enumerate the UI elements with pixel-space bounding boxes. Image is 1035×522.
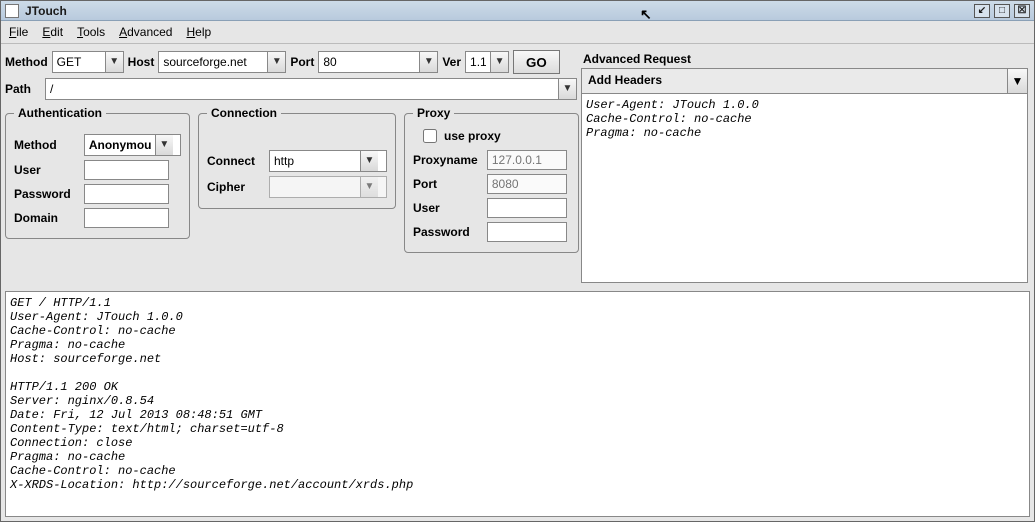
ver-select[interactable]: ▼ <box>465 51 509 73</box>
host-select[interactable]: ▼ <box>158 51 286 73</box>
ver-value[interactable] <box>466 52 490 72</box>
connect-select[interactable]: ▼ <box>269 150 387 172</box>
menu-file[interactable]: File <box>9 25 28 39</box>
output-textarea[interactable] <box>5 291 1030 517</box>
advanced-request-title: Advanced Request <box>581 48 1028 68</box>
path-input[interactable] <box>46 79 558 99</box>
chevron-down-icon[interactable]: ▼ <box>558 79 576 99</box>
proxyname-input <box>487 150 567 170</box>
menu-help[interactable]: Help <box>186 25 211 39</box>
method-label: Method <box>5 55 48 69</box>
path-label: Path <box>5 82 41 96</box>
auth-user-input[interactable] <box>84 160 169 180</box>
auth-legend: Authentication <box>14 106 106 120</box>
auth-domain-input[interactable] <box>84 208 169 228</box>
host-input[interactable] <box>159 52 267 72</box>
method-value[interactable] <box>53 52 105 72</box>
connect-label: Connect <box>207 154 263 168</box>
chevron-down-icon[interactable]: ▼ <box>490 52 508 72</box>
connect-value[interactable] <box>270 151 360 171</box>
host-label: Host <box>128 55 155 69</box>
auth-fieldset: Authentication Method ▼ User Password Do… <box>5 106 190 239</box>
menubar: File Edit Tools Advanced Help <box>1 21 1034 44</box>
chevron-down-icon[interactable]: ▼ <box>105 52 123 72</box>
add-headers-label: Add Headers <box>582 69 1007 93</box>
close-button[interactable]: ☒ <box>1014 4 1030 18</box>
auth-password-label: Password <box>14 187 78 201</box>
ver-label: Ver <box>442 55 461 69</box>
menu-tools[interactable]: Tools <box>77 25 105 39</box>
headers-textarea[interactable] <box>581 93 1028 283</box>
proxy-fieldset: Proxy use proxy Proxyname Port User Pass… <box>404 106 579 253</box>
menu-edit[interactable]: Edit <box>42 25 63 39</box>
proxyuser-label: User <box>413 201 481 215</box>
auth-method-value[interactable] <box>85 135 155 155</box>
connection-fieldset: Connection Connect ▼ Cipher ▼ <box>198 106 396 209</box>
cipher-label: Cipher <box>207 180 263 194</box>
menu-advanced[interactable]: Advanced <box>119 25 172 39</box>
auth-method-label: Method <box>14 138 78 152</box>
cipher-value <box>270 177 360 197</box>
titlebar[interactable]: JTouch ↖ ↙ □ ☒ <box>1 1 1034 21</box>
proxypassword-input[interactable] <box>487 222 567 242</box>
maximize-button[interactable]: □ <box>994 4 1010 18</box>
port-select[interactable]: ▼ <box>318 51 438 73</box>
app-icon <box>5 4 19 18</box>
chevron-down-icon[interactable]: ▼ <box>267 52 285 72</box>
cipher-select[interactable]: ▼ <box>269 176 387 198</box>
use-proxy-label: use proxy <box>444 129 501 143</box>
path-select[interactable]: ▼ <box>45 78 577 100</box>
auth-method-select[interactable]: ▼ <box>84 134 181 156</box>
connection-legend: Connection <box>207 106 281 120</box>
add-headers-bar[interactable]: Add Headers ▼ <box>581 68 1028 93</box>
method-select[interactable]: ▼ <box>52 51 124 73</box>
auth-password-input[interactable] <box>84 184 169 204</box>
auth-user-label: User <box>14 163 78 177</box>
go-button[interactable]: GO <box>513 50 560 74</box>
chevron-down-icon: ▼ <box>360 177 378 197</box>
app-window: JTouch ↖ ↙ □ ☒ File Edit Tools Advanced … <box>0 0 1035 522</box>
proxy-legend: Proxy <box>413 106 454 120</box>
chevron-down-icon[interactable]: ▼ <box>155 135 173 155</box>
port-label: Port <box>290 55 314 69</box>
auth-domain-label: Domain <box>14 211 78 225</box>
proxypassword-label: Password <box>413 225 481 239</box>
chevron-down-icon[interactable]: ▼ <box>1007 69 1027 93</box>
use-proxy-checkbox[interactable] <box>423 129 437 143</box>
window-title: JTouch <box>25 4 67 18</box>
proxyname-label: Proxyname <box>413 153 481 167</box>
minimize-button[interactable]: ↙ <box>974 4 990 18</box>
chevron-down-icon[interactable]: ▼ <box>360 151 378 171</box>
proxyport-label: Port <box>413 177 481 191</box>
proxyuser-input[interactable] <box>487 198 567 218</box>
chevron-down-icon[interactable]: ▼ <box>419 52 437 72</box>
proxyport-input <box>487 174 567 194</box>
port-input[interactable] <box>319 52 419 72</box>
